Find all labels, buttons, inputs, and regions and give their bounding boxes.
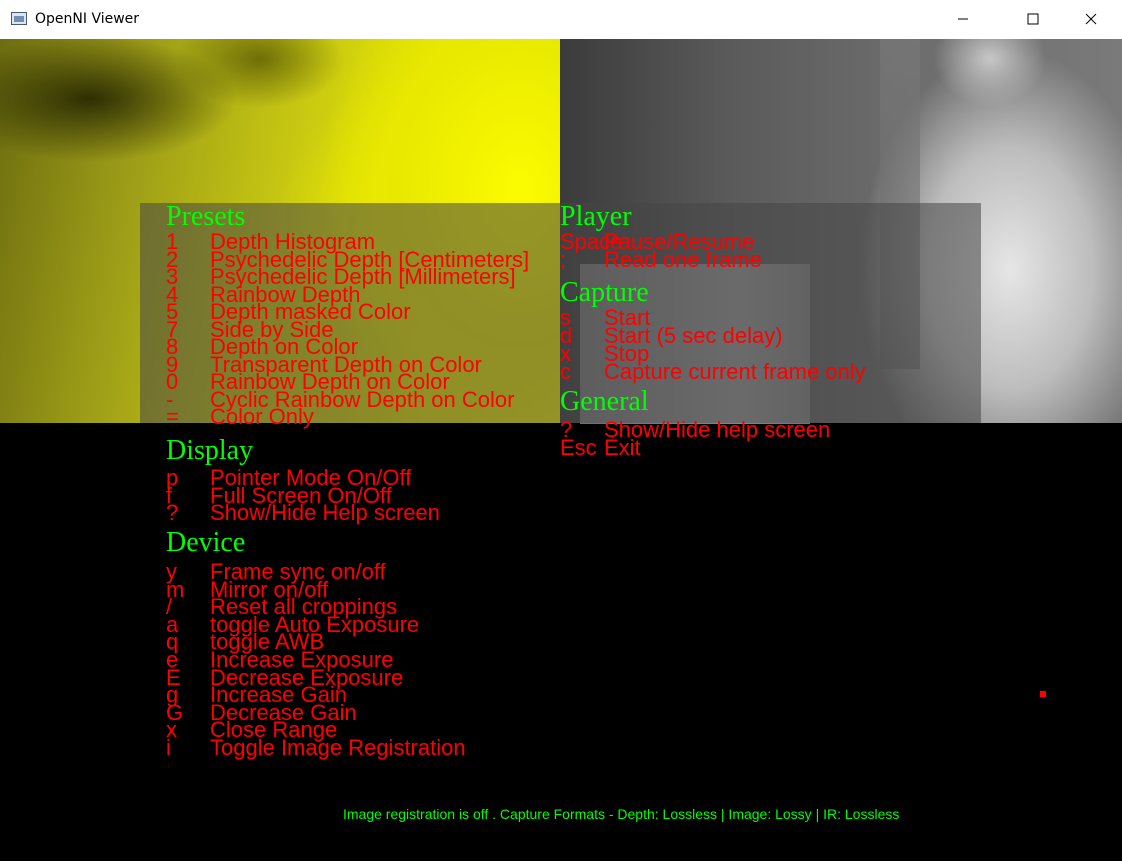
capture-hotkey-label: Capture current frame only <box>604 359 866 384</box>
close-icon <box>1085 13 1097 25</box>
player-hotkey-label: Read one frame <box>604 247 762 272</box>
general-heading: General <box>560 386 649 417</box>
device-heading: Device <box>166 527 246 558</box>
device-hotkey-key: i <box>166 735 171 760</box>
display-hotkey-key: ? <box>166 500 179 525</box>
player-heading: Player <box>560 201 632 232</box>
presets-hotkey-key: = <box>166 404 179 429</box>
pointer-marker <box>1040 691 1046 697</box>
close-button[interactable] <box>1068 0 1114 39</box>
general-hotkey-label: Exit <box>604 434 641 460</box>
presets-hotkey-label: Color Only <box>210 404 314 429</box>
capture-heading: Capture <box>560 277 649 308</box>
maximize-button[interactable] <box>1010 0 1056 39</box>
general-hotkey-key: Esc <box>560 434 597 460</box>
window-title: OpenNI Viewer <box>35 11 140 27</box>
player-hotkey-key: ; <box>560 247 567 272</box>
app-icon <box>11 12 27 25</box>
device-hotkey-label: Toggle Image Registration <box>210 735 466 760</box>
display-hotkey-label: Show/Hide Help screen <box>210 500 440 525</box>
display-heading: Display <box>166 435 254 466</box>
status-bar: Image registration is off . Capture Form… <box>343 806 900 822</box>
title-bar: OpenNI Viewer <box>0 0 1122 40</box>
minimize-button[interactable] <box>940 0 986 39</box>
presets-heading: Presets <box>166 201 246 232</box>
capture-hotkey-key: c <box>560 359 571 384</box>
minimize-icon <box>958 18 968 20</box>
viewer-canvas[interactable]: Presets 1 Depth Histogram 2 Psychedelic Dep… <box>0 39 1122 861</box>
maximize-icon <box>1027 13 1039 25</box>
